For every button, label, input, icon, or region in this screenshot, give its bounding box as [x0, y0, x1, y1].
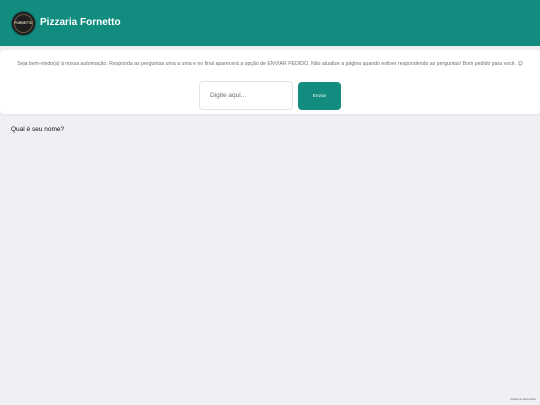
order-card: Seja bem-vindo(a) à nossa automação. Res… — [0, 50, 540, 114]
pizzeria-logo: FORNETTO — [11, 11, 36, 36]
chat-question: Qual é seu nome? — [11, 126, 65, 133]
welcome-message: Seja bem-vindo(a) à nossa automação. Res… — [17, 61, 523, 67]
footer-credit[interactable]: Criado por Nome Autor — [510, 398, 536, 401]
page-title: Pizzaria Fornetto — [40, 17, 121, 28]
app-header: FORNETTO Pizzaria Fornetto — [0, 0, 540, 46]
logo-text: FORNETTO — [14, 21, 33, 25]
send-button[interactable]: Enviar — [298, 82, 341, 110]
answer-input[interactable] — [199, 81, 293, 110]
